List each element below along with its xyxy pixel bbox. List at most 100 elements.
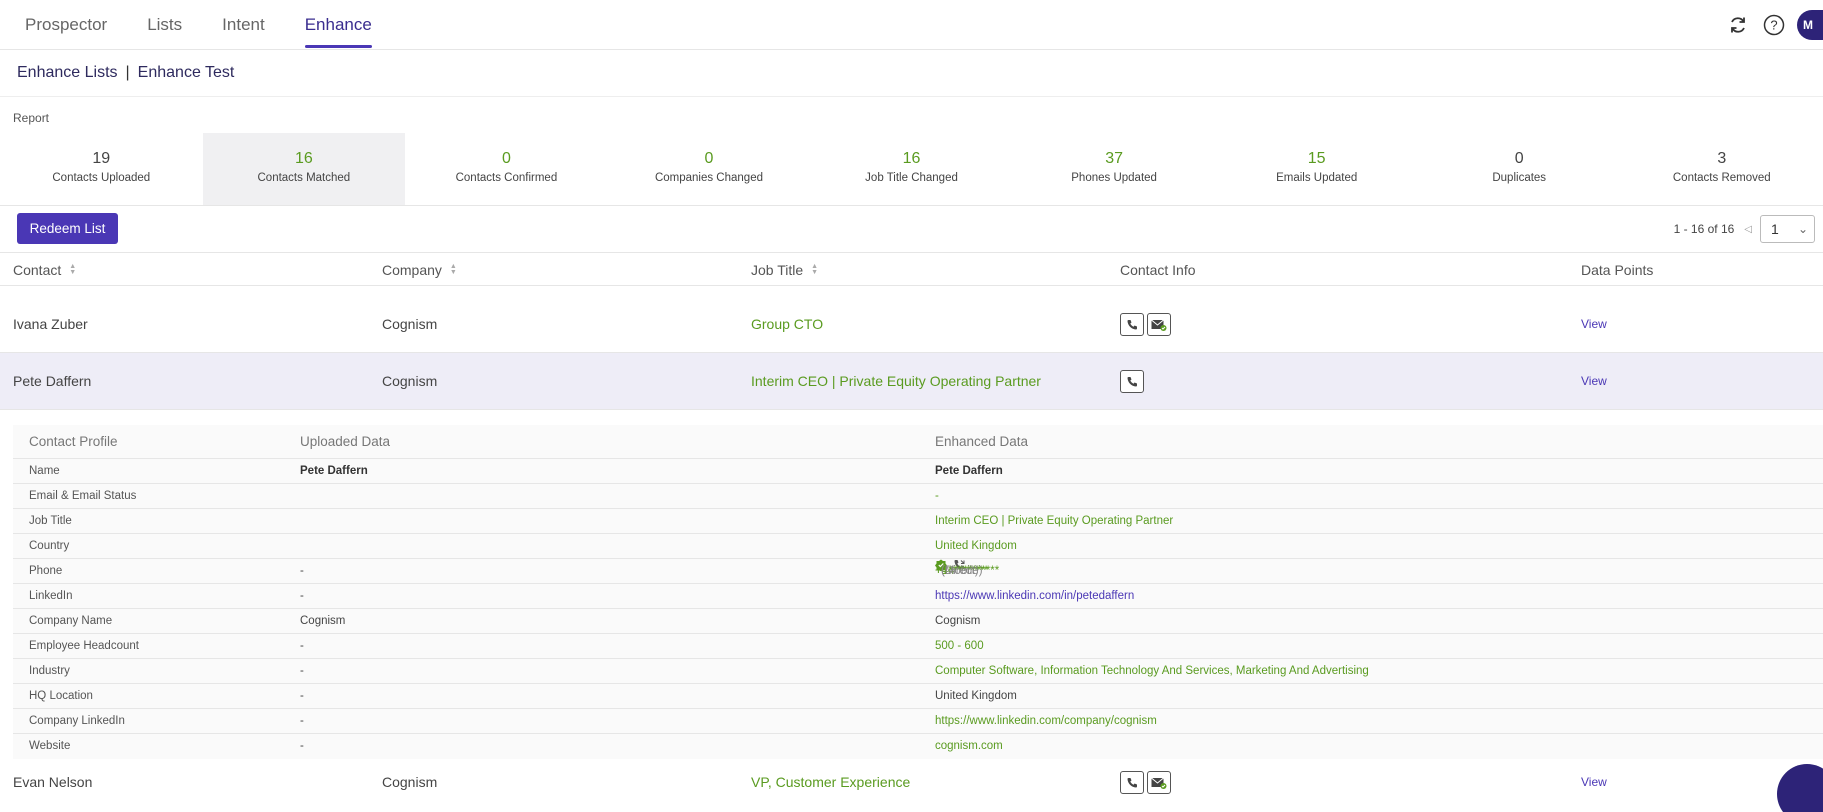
stat-label: Contacts Matched <box>257 172 351 184</box>
stat-duplicates[interactable]: 0 Duplicates <box>1418 133 1621 205</box>
stat-label: Contacts Removed <box>1672 172 1771 184</box>
field-label: Company LinkedIn <box>29 715 125 727</box>
stat-value: 0 <box>1514 150 1524 167</box>
report-stats: 19 Contacts Uploaded 16 Contacts Matched 0… <box>0 133 1823 205</box>
phone-icon[interactable] <box>1120 370 1144 393</box>
enhanced-value: Interim CEO | Private Equity Operating P… <box>935 515 1174 527</box>
stat-value: 37 <box>1105 150 1123 167</box>
tab-prospector[interactable]: Prospector <box>25 0 107 50</box>
job-title: Group CTO <box>751 316 824 332</box>
detail-row-name: Name Pete Daffern Pete Daffern <box>13 459 1823 484</box>
phone-icon[interactable] <box>1120 771 1144 794</box>
detail-row-headcount: Employee Headcount - 500 - 600 <box>13 634 1823 659</box>
page-select-value: 1 <box>1771 221 1779 237</box>
enhanced-value: United Kingdom <box>935 690 1017 702</box>
email-verified-icon[interactable] <box>1147 771 1171 794</box>
stat-contacts-confirmed[interactable]: 0 Contacts Confirmed <box>405 133 608 205</box>
stat-contacts-uploaded[interactable]: 19 Contacts Uploaded <box>0 133 203 205</box>
job-title: Interim CEO | Private Equity Operating P… <box>751 373 1041 389</box>
stat-value: 16 <box>294 150 313 167</box>
field-label: Company Name <box>29 615 113 627</box>
contact-name: Evan Nelson <box>13 774 93 790</box>
table-row[interactable]: Ivana Zuber Cognism Group CTO View <box>0 296 1823 353</box>
enhanced-value: 500 - 600 <box>935 640 984 652</box>
phone-icon[interactable] <box>1120 313 1144 336</box>
breadcrumb-current: Enhance Test <box>137 64 235 81</box>
enhanced-value: Computer Software, Information Technolog… <box>935 665 1369 677</box>
sort-icon[interactable]: ▲ ▼ <box>69 263 76 276</box>
header-enhanced-data: Enhanced Data <box>935 434 1029 449</box>
stat-value: 0 <box>501 150 511 167</box>
view-link[interactable]: View <box>1581 353 1607 410</box>
tab-intent[interactable]: Intent <box>222 0 265 50</box>
stat-value: 19 <box>92 150 111 167</box>
company-linkedin-link[interactable]: https://www.linkedin.com/company/cognism <box>935 709 1157 734</box>
company-name: Cognism <box>382 774 438 790</box>
field-label: Name <box>29 465 60 477</box>
page-select[interactable]: 1 ⌄ <box>1760 215 1815 243</box>
field-label: HQ Location <box>29 690 93 702</box>
help-icon[interactable]: ? <box>1761 12 1787 38</box>
uploaded-value: - <box>300 740 304 752</box>
divider <box>0 96 1823 97</box>
redeem-list-button[interactable]: Redeem List <box>17 213 118 244</box>
stat-companies-changed[interactable]: 0 Companies Changed <box>608 133 811 205</box>
chevron-down-icon: ⌄ <box>1797 222 1808 236</box>
column-contact[interactable]: Contact ▲ ▼ <box>13 253 76 287</box>
breadcrumb: Enhance Lists | Enhance Test <box>17 64 234 82</box>
website-link[interactable]: cognism.com <box>935 734 1003 759</box>
column-company[interactable]: Company ▲ ▼ <box>382 253 457 287</box>
stat-value: 0 <box>704 150 714 167</box>
stat-value: 3 <box>1717 150 1727 167</box>
detail-row-company-linkedin: Company LinkedIn - https://www.linkedin.… <box>13 709 1823 734</box>
uploaded-value: - <box>300 665 304 677</box>
table-row[interactable]: Pete Daffern Cognism Interim CEO | Priva… <box>0 353 1823 410</box>
avatar[interactable]: M <box>1797 10 1823 40</box>
email-verified-icon[interactable] <box>1147 313 1171 336</box>
enhanced-value: Cognism <box>935 615 981 627</box>
uploaded-value: - <box>300 690 304 702</box>
company-name: Cognism <box>382 316 438 332</box>
view-link[interactable]: View <box>1581 754 1607 811</box>
uploaded-value: - <box>300 565 304 577</box>
stat-label: Companies Changed <box>654 172 763 184</box>
tab-lists[interactable]: Lists <box>147 0 182 50</box>
stat-label: Phones Updated <box>1071 172 1157 184</box>
detail-row-company-name: Company Name Cognism Cognism <box>13 609 1823 634</box>
sort-icon[interactable]: ▲ ▼ <box>811 263 818 276</box>
tab-enhance[interactable]: Enhance <box>304 0 372 50</box>
column-data-points: Data Points <box>1581 262 1654 278</box>
uploaded-value: Cognism <box>300 615 346 627</box>
enhanced-value: - <box>935 490 939 502</box>
stat-contacts-matched[interactable]: 16 Contacts Matched <box>202 133 406 205</box>
column-contact-info: Contact Info <box>1120 262 1196 278</box>
page-range: 1 - 16 of 16 <box>1673 222 1735 236</box>
stat-label: Emails Updated <box>1276 172 1358 184</box>
report-label: Report <box>13 111 50 125</box>
prev-page-icon[interactable]: ◁ <box>1744 224 1752 235</box>
header-contact-profile: Contact Profile <box>29 434 118 449</box>
stat-emails-updated[interactable]: 15 Emails Updated <box>1215 133 1418 205</box>
contact-name: Pete Daffern <box>13 373 92 389</box>
contact-info-icons <box>1120 370 1147 393</box>
phone-mobile: +44********** (Mobile) +1********* (Dire… <box>935 559 999 577</box>
sort-icon[interactable]: ▲ ▼ <box>450 263 457 276</box>
column-label: Company <box>382 262 442 278</box>
stat-job-title-changed[interactable]: 16 Job Title Changed <box>810 133 1013 205</box>
stat-label: Job Title Changed <box>865 172 958 184</box>
breadcrumb-enhance-lists[interactable]: Enhance Lists <box>17 64 118 82</box>
chat-widget-icon[interactable] <box>1777 764 1823 812</box>
stat-phones-updated[interactable]: 37 Phones Updated <box>1013 133 1216 205</box>
breadcrumb-separator: | <box>125 64 130 81</box>
refresh-icon[interactable] <box>1725 12 1751 38</box>
stat-contacts-removed[interactable]: 3 Contacts Removed <box>1621 133 1823 205</box>
view-link[interactable]: View <box>1581 296 1607 353</box>
stat-label: Contacts Confirmed <box>455 172 558 184</box>
detail-header: Contact Profile Uploaded Data Enhanced D… <box>13 425 1823 459</box>
column-label: Job Title <box>751 262 804 278</box>
table-row[interactable]: Evan Nelson Cognism VP, Customer Experie… <box>0 771 1823 812</box>
linkedin-link[interactable]: https://www.linkedin.com/in/petedaffern <box>935 584 1134 609</box>
detail-row-linkedin: LinkedIn - https://www.linkedin.com/in/p… <box>13 584 1823 609</box>
column-job-title[interactable]: Job Title ▲ ▼ <box>751 253 818 287</box>
stat-value: 16 <box>902 150 921 167</box>
